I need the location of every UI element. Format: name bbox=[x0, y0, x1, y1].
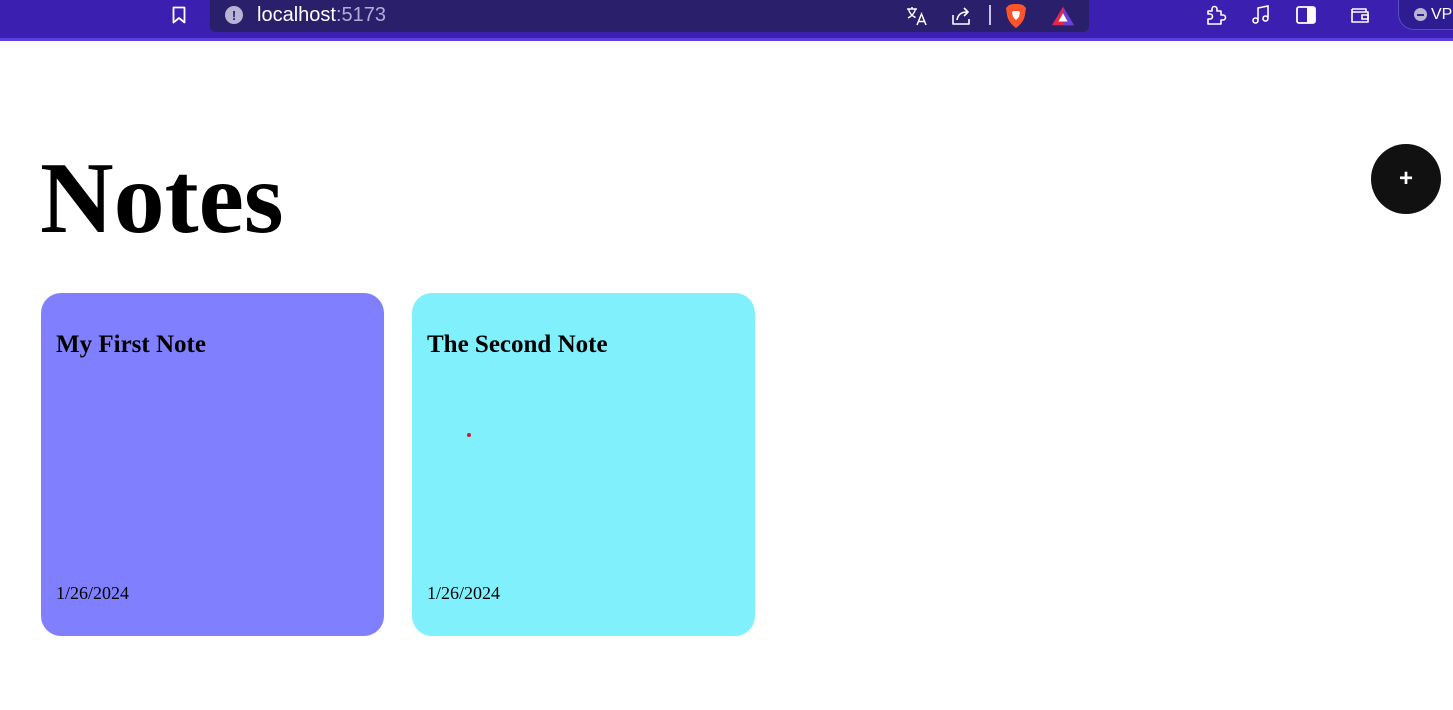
url-host: localhost bbox=[257, 4, 336, 26]
vpn-button[interactable]: VPN bbox=[1398, 0, 1453, 30]
extensions-icon[interactable] bbox=[1204, 3, 1228, 27]
omnibox-divider bbox=[989, 5, 991, 25]
wallet-icon[interactable] bbox=[1348, 3, 1372, 27]
note-title: The Second Note bbox=[427, 331, 608, 358]
bookmark-icon[interactable] bbox=[168, 3, 190, 27]
brave-rewards-icon[interactable] bbox=[1051, 4, 1075, 28]
vpn-status-icon bbox=[1414, 8, 1427, 21]
note-card[interactable]: My First Note 1/26/2024 bbox=[41, 293, 384, 636]
note-date: 1/26/2024 bbox=[427, 583, 501, 603]
mouse-cursor-marker bbox=[467, 433, 471, 437]
share-icon[interactable] bbox=[950, 4, 974, 28]
add-note-button[interactable]: + bbox=[1371, 144, 1441, 214]
url-text[interactable]: localhost:5173 bbox=[257, 3, 386, 27]
sidebar-icon[interactable] bbox=[1294, 3, 1318, 27]
note-title: My First Note bbox=[56, 331, 206, 358]
media-icon[interactable] bbox=[1249, 3, 1273, 27]
site-info-icon[interactable]: ! bbox=[225, 6, 243, 24]
translate-icon[interactable] bbox=[905, 4, 929, 28]
note-date: 1/26/2024 bbox=[56, 583, 130, 603]
brave-shields-icon[interactable] bbox=[1004, 4, 1028, 28]
page-title: Notes bbox=[40, 142, 284, 255]
vpn-label: VPN bbox=[1431, 5, 1453, 23]
note-card[interactable]: The Second Note 1/26/2024 bbox=[412, 293, 755, 636]
browser-toolbar: ! localhost:5173 VP bbox=[0, 0, 1453, 41]
url-port: :5173 bbox=[335, 4, 386, 26]
